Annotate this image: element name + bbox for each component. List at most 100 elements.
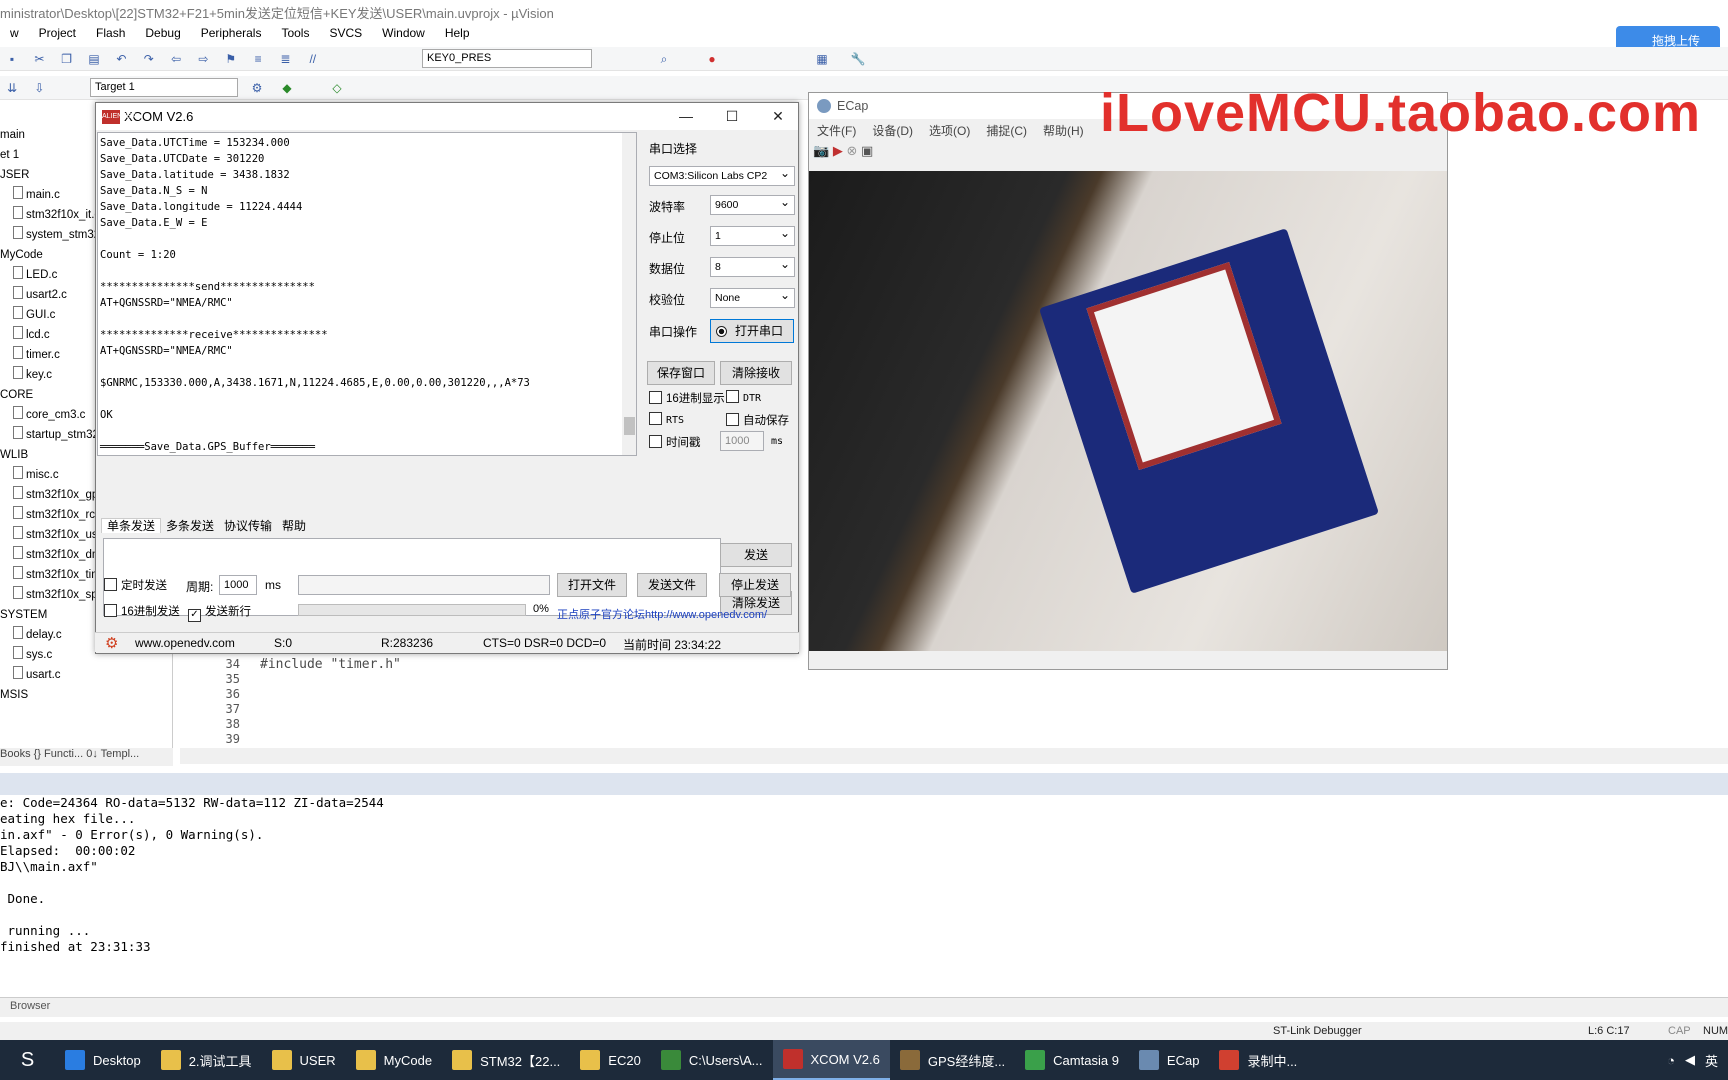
ime-lang[interactable]: 英 — [1705, 1051, 1718, 1070]
manage-icon[interactable]: ◆ — [279, 80, 295, 96]
redo-icon[interactable]: ↷ — [141, 51, 157, 67]
port-select[interactable]: COM3:Silicon Labs CP2 — [649, 166, 795, 186]
rts-checkbox[interactable]: RTS — [649, 412, 684, 426]
copy-icon[interactable]: ❐ — [59, 51, 75, 67]
open-file-button[interactable]: 打开文件 — [557, 573, 627, 597]
pack-icon[interactable]: ◇ — [329, 80, 345, 96]
menu-debug[interactable]: Debug — [135, 22, 190, 44]
send-button[interactable]: 发送 — [720, 543, 792, 567]
settings-gear-icon[interactable]: ⚙ — [105, 634, 118, 652]
stop-bits-select[interactable]: 1 — [710, 226, 795, 246]
menu-window-frag[interactable]: w — [0, 22, 29, 44]
target-combo[interactable]: Target 1 — [90, 78, 238, 97]
forward-icon[interactable]: ⇨ — [195, 51, 211, 67]
network-icon[interactable]: ◔ — [1667, 1053, 1675, 1068]
menu-project[interactable]: Project — [29, 22, 86, 44]
menu-flash[interactable]: Flash — [86, 22, 135, 44]
editor-hscrollbar[interactable] — [180, 748, 1728, 764]
breakpoint-icon[interactable]: ● — [704, 51, 720, 67]
ecap-menu-capture[interactable]: 捕捉(C) — [978, 119, 1035, 139]
clear-receive-button[interactable]: 清除接收 — [720, 361, 792, 385]
receive-area[interactable]: Save_Data.UTCTime = 153234.000 Save_Data… — [97, 132, 637, 456]
search-icon[interactable]: ⌕ — [656, 51, 672, 67]
project-tabs[interactable]: Books {} Functi... 0↓ Templ... — [0, 748, 173, 766]
taskbar-item[interactable]: 录制中... — [1209, 1040, 1307, 1080]
play-icon[interactable]: ▶ — [833, 143, 843, 158]
undo-icon[interactable]: ↶ — [113, 51, 129, 67]
tree-file[interactable]: usart.c — [0, 665, 172, 685]
build-icon[interactable]: ⇊ — [4, 80, 20, 96]
ecap-menu-file[interactable]: 文件(F) — [809, 119, 864, 139]
send-newline-checkbox[interactable]: 发送新行 — [188, 603, 251, 622]
browser-tab[interactable]: Browser — [10, 1000, 50, 1012]
close-button[interactable]: ✕ — [756, 103, 800, 130]
timestamp-ms-input[interactable]: 1000 — [720, 431, 764, 451]
minimize-button[interactable]: — — [664, 103, 708, 130]
timestamp-checkbox[interactable]: 时间戳 — [649, 434, 701, 450]
taskbar-item[interactable]: MyCode — [346, 1040, 442, 1080]
menu-window[interactable]: Window — [372, 22, 435, 44]
timed-send-checkbox[interactable]: 定时发送 — [104, 577, 167, 593]
forum-link[interactable]: 正点原子官方论坛http://www.openedv.com/ — [557, 606, 767, 622]
taskbar-item[interactable]: STM32【22... — [442, 1040, 570, 1080]
open-port-button[interactable]: 打开串口 — [710, 319, 794, 343]
taskbar-item[interactable]: USER — [262, 1040, 346, 1080]
maximize-button[interactable]: ☐ — [710, 103, 754, 130]
taskbar-label: C:\Users\A... — [688, 1052, 763, 1068]
menu-svcs[interactable]: SVCS — [319, 22, 372, 44]
find-combo[interactable]: KEY0_PRES — [422, 49, 592, 68]
window-layout-icon[interactable]: ▦ — [814, 51, 830, 67]
ecap-menu-help[interactable]: 帮助(H) — [1035, 119, 1092, 139]
parity-select[interactable]: None — [710, 288, 795, 308]
menu-tools[interactable]: Tools — [271, 22, 319, 44]
camera-icon[interactable]: 📷 — [813, 143, 829, 158]
period-input[interactable]: 1000 — [219, 575, 257, 595]
taskbar-item[interactable]: C:\Users\A... — [651, 1040, 773, 1080]
taskbar-item[interactable]: Camtasia 9 — [1015, 1040, 1129, 1080]
comment-icon[interactable]: // — [305, 51, 321, 67]
target-options-icon[interactable]: ⚙ — [249, 80, 265, 96]
outdent-icon[interactable]: ≣ — [277, 51, 293, 67]
stop-send-button[interactable]: 停止发送 — [719, 573, 791, 597]
volume-icon[interactable]: ◀ — [1685, 1052, 1695, 1068]
ecap-menu-device[interactable]: 设备(D) — [864, 119, 921, 139]
taskbar-item[interactable]: ECap — [1129, 1040, 1210, 1080]
tree-group[interactable]: MSIS — [0, 685, 172, 705]
menu-help[interactable]: Help — [435, 22, 480, 44]
dtr-checkbox[interactable]: DTR — [726, 390, 761, 404]
back-icon[interactable]: ⇦ — [168, 51, 184, 67]
indent-icon[interactable]: ≡ — [250, 51, 266, 67]
wrench-icon[interactable]: 🔧 — [850, 51, 866, 67]
panel-splitter[interactable] — [0, 773, 1728, 795]
save-window-button[interactable]: 保存窗口 — [647, 361, 715, 385]
taskbar-item[interactable]: GPS经纬度... — [890, 1040, 1015, 1080]
data-bits-select[interactable]: 8 — [710, 257, 795, 277]
line-number: 39 — [225, 732, 240, 746]
menu-peripherals[interactable]: Peripherals — [191, 22, 272, 44]
taskbar-item[interactable]: EC20 — [570, 1040, 651, 1080]
paste-icon[interactable]: ▤ — [86, 51, 102, 67]
baud-select[interactable]: 9600 — [710, 195, 795, 215]
stop-icon[interactable]: ⊗ — [846, 143, 857, 158]
tab-single-send[interactable]: 单条发送 — [101, 518, 162, 533]
tab-help[interactable]: 帮助 — [277, 519, 311, 533]
site-url[interactable]: www.openedv.com — [135, 636, 235, 650]
taskbar-item[interactable]: Desktop — [55, 1040, 151, 1080]
snapshot-icon[interactable]: ▣ — [861, 143, 873, 158]
ecap-menu-options[interactable]: 选项(O) — [921, 119, 978, 139]
file-path-input[interactable] — [298, 575, 550, 595]
send-file-button[interactable]: 发送文件 — [637, 573, 707, 597]
auto-save-checkbox[interactable]: 自动保存 — [726, 412, 789, 428]
save-icon[interactable]: ▪ — [4, 51, 20, 67]
bookmark-icon[interactable]: ⚑ — [223, 51, 239, 67]
cut-icon[interactable]: ✂ — [31, 51, 47, 67]
start-button[interactable]: S — [0, 1040, 55, 1080]
hex-send-checkbox[interactable]: 16进制发送 — [104, 603, 180, 619]
receive-scrollbar[interactable] — [622, 133, 636, 455]
taskbar-item[interactable]: 2.调试工具 — [151, 1040, 262, 1080]
tab-protocol[interactable]: 协议传输 — [219, 519, 277, 533]
taskbar-item[interactable]: XCOM V2.6 — [772, 1040, 890, 1080]
load-icon[interactable]: ⇩ — [31, 80, 47, 96]
tab-multi-send[interactable]: 多条发送 — [161, 519, 219, 533]
hex-display-checkbox[interactable]: 16进制显示 — [649, 390, 725, 406]
